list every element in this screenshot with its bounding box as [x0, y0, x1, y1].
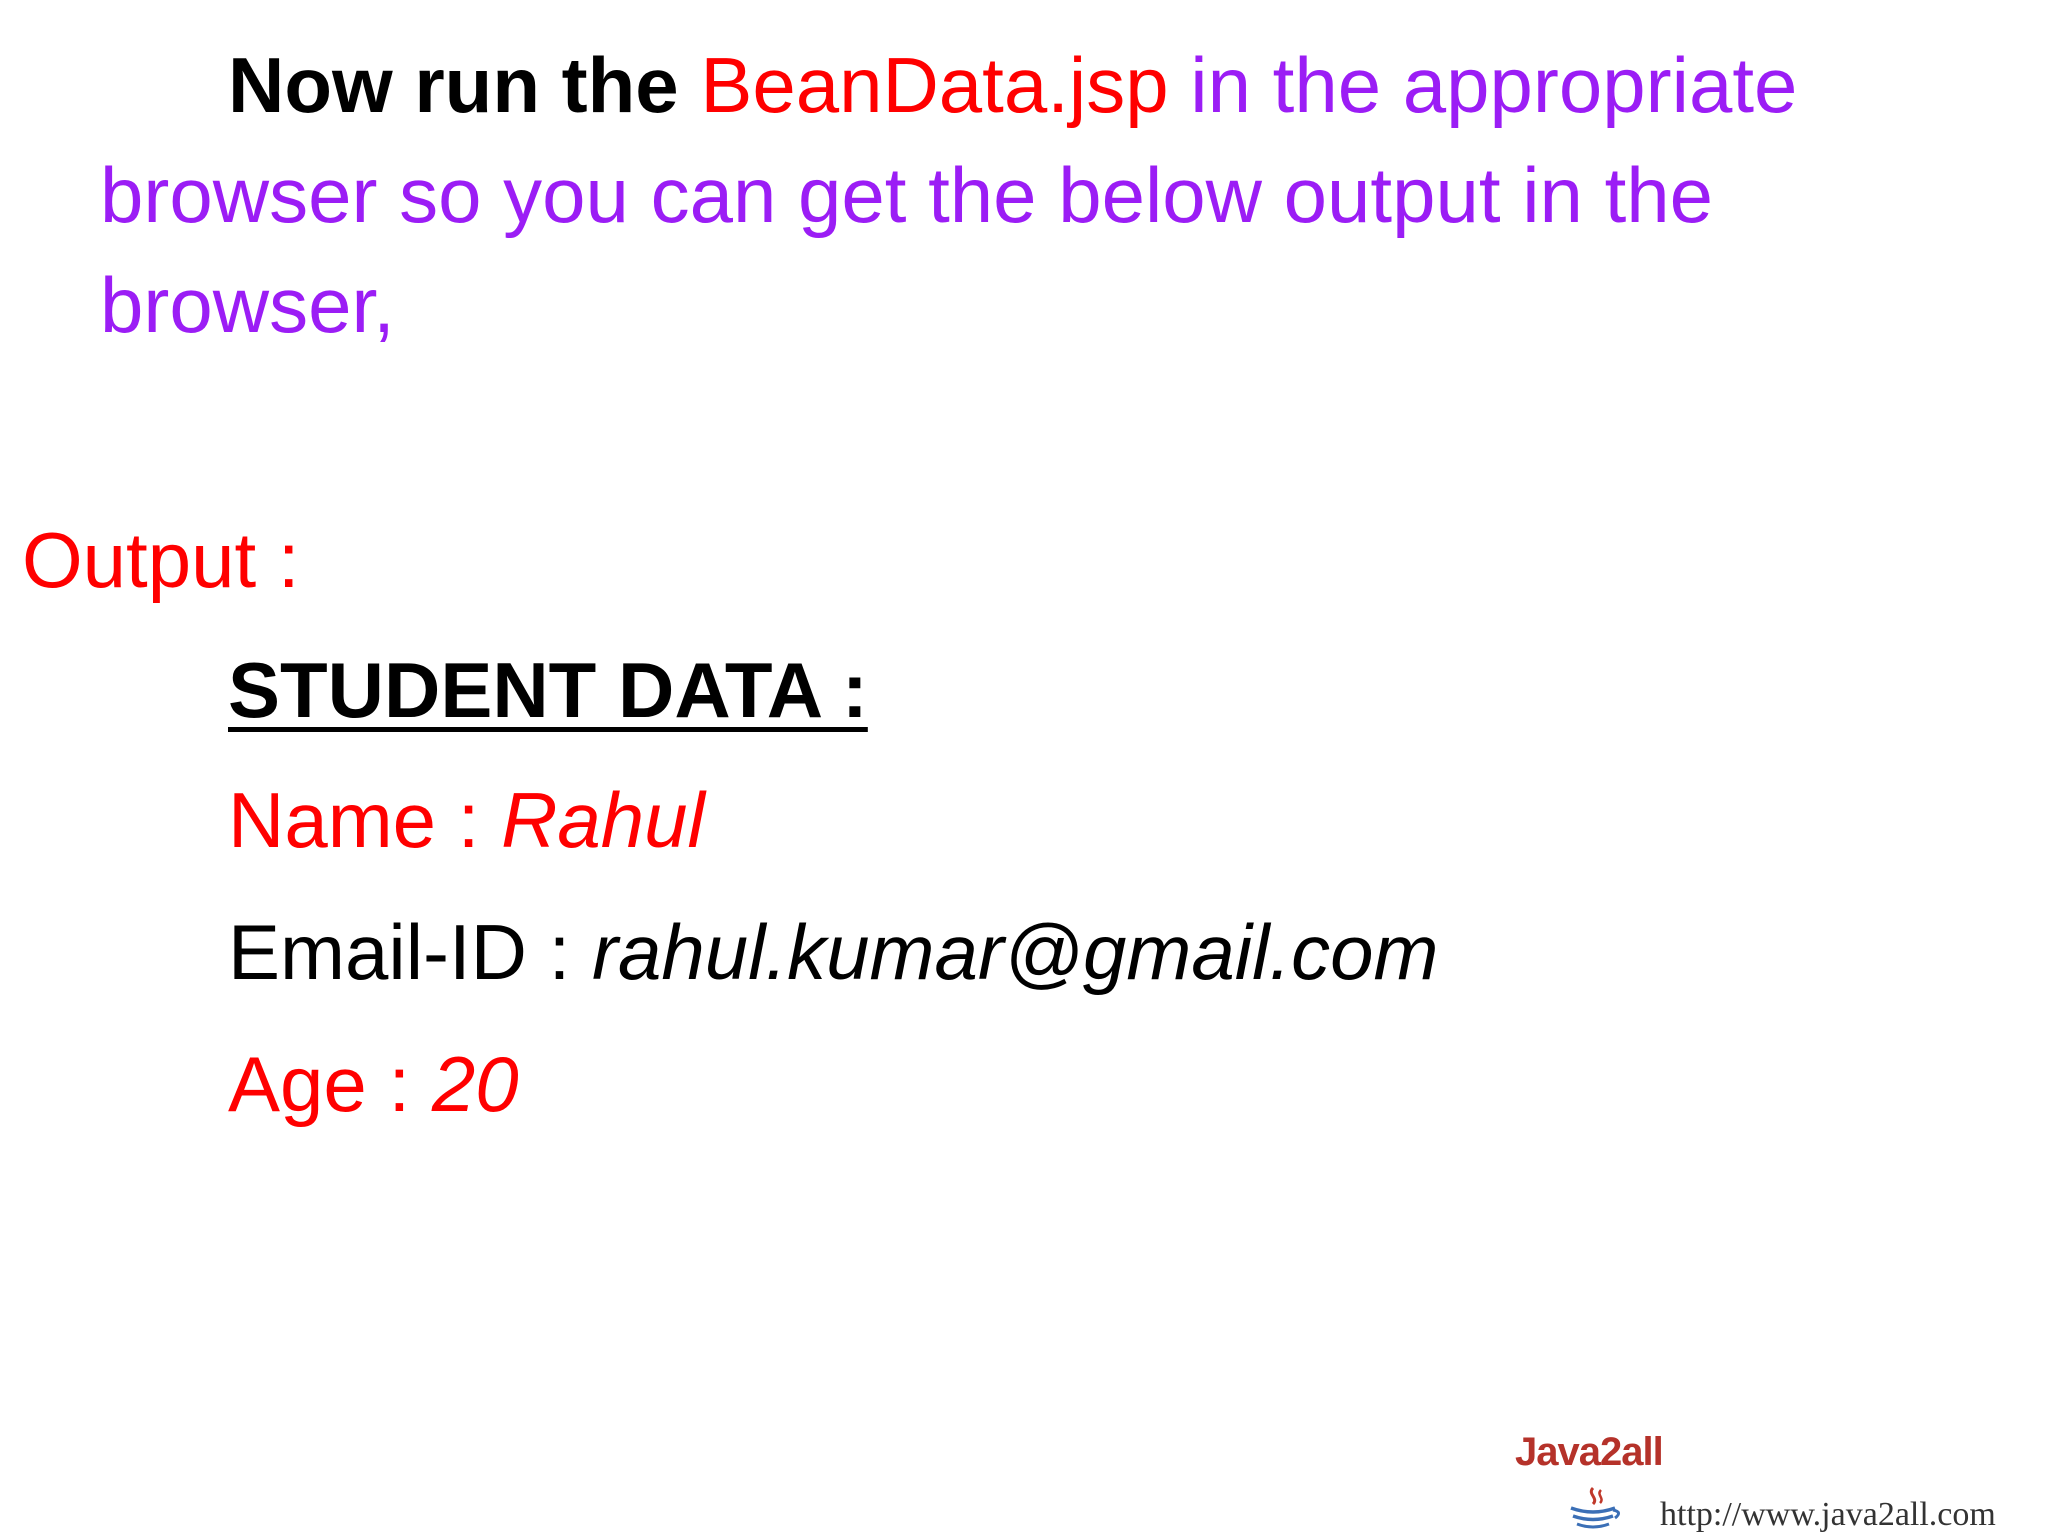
- name-label: Name :: [228, 776, 480, 864]
- slide: Now run the BeanData.jsp in the appropri…: [0, 0, 2048, 1536]
- logo-text: Java2all: [1515, 1430, 1664, 1474]
- age-field: Age : 20: [228, 1034, 1928, 1134]
- age-value: 20: [431, 1040, 519, 1128]
- intro-filename: BeanData.jsp: [700, 41, 1169, 129]
- name-value: Rahul: [501, 776, 705, 864]
- student-data-heading: STUDENT DATA :: [228, 646, 868, 734]
- email-value: rahul.kumar@gmail.com: [592, 908, 1439, 996]
- java-coffee-cup-icon: [1570, 1486, 1620, 1529]
- site-url: http://www.java2all.com: [1660, 1496, 1996, 1533]
- intro-paragraph: Now run the BeanData.jsp in the appropri…: [100, 30, 1980, 360]
- name-field: Name : Rahul: [228, 770, 1928, 870]
- email-field: Email-ID : rahul.kumar@gmail.com: [228, 902, 1928, 1002]
- age-label: Age :: [228, 1040, 411, 1128]
- intro-lead: Now run the: [228, 41, 679, 129]
- java2all-logo: Java2all: [1515, 1430, 1664, 1530]
- output-label: Output :: [22, 516, 300, 604]
- student-data-block: STUDENT DATA : Name : Rahul Email-ID : r…: [228, 640, 1928, 1166]
- email-label: Email-ID :: [228, 908, 571, 996]
